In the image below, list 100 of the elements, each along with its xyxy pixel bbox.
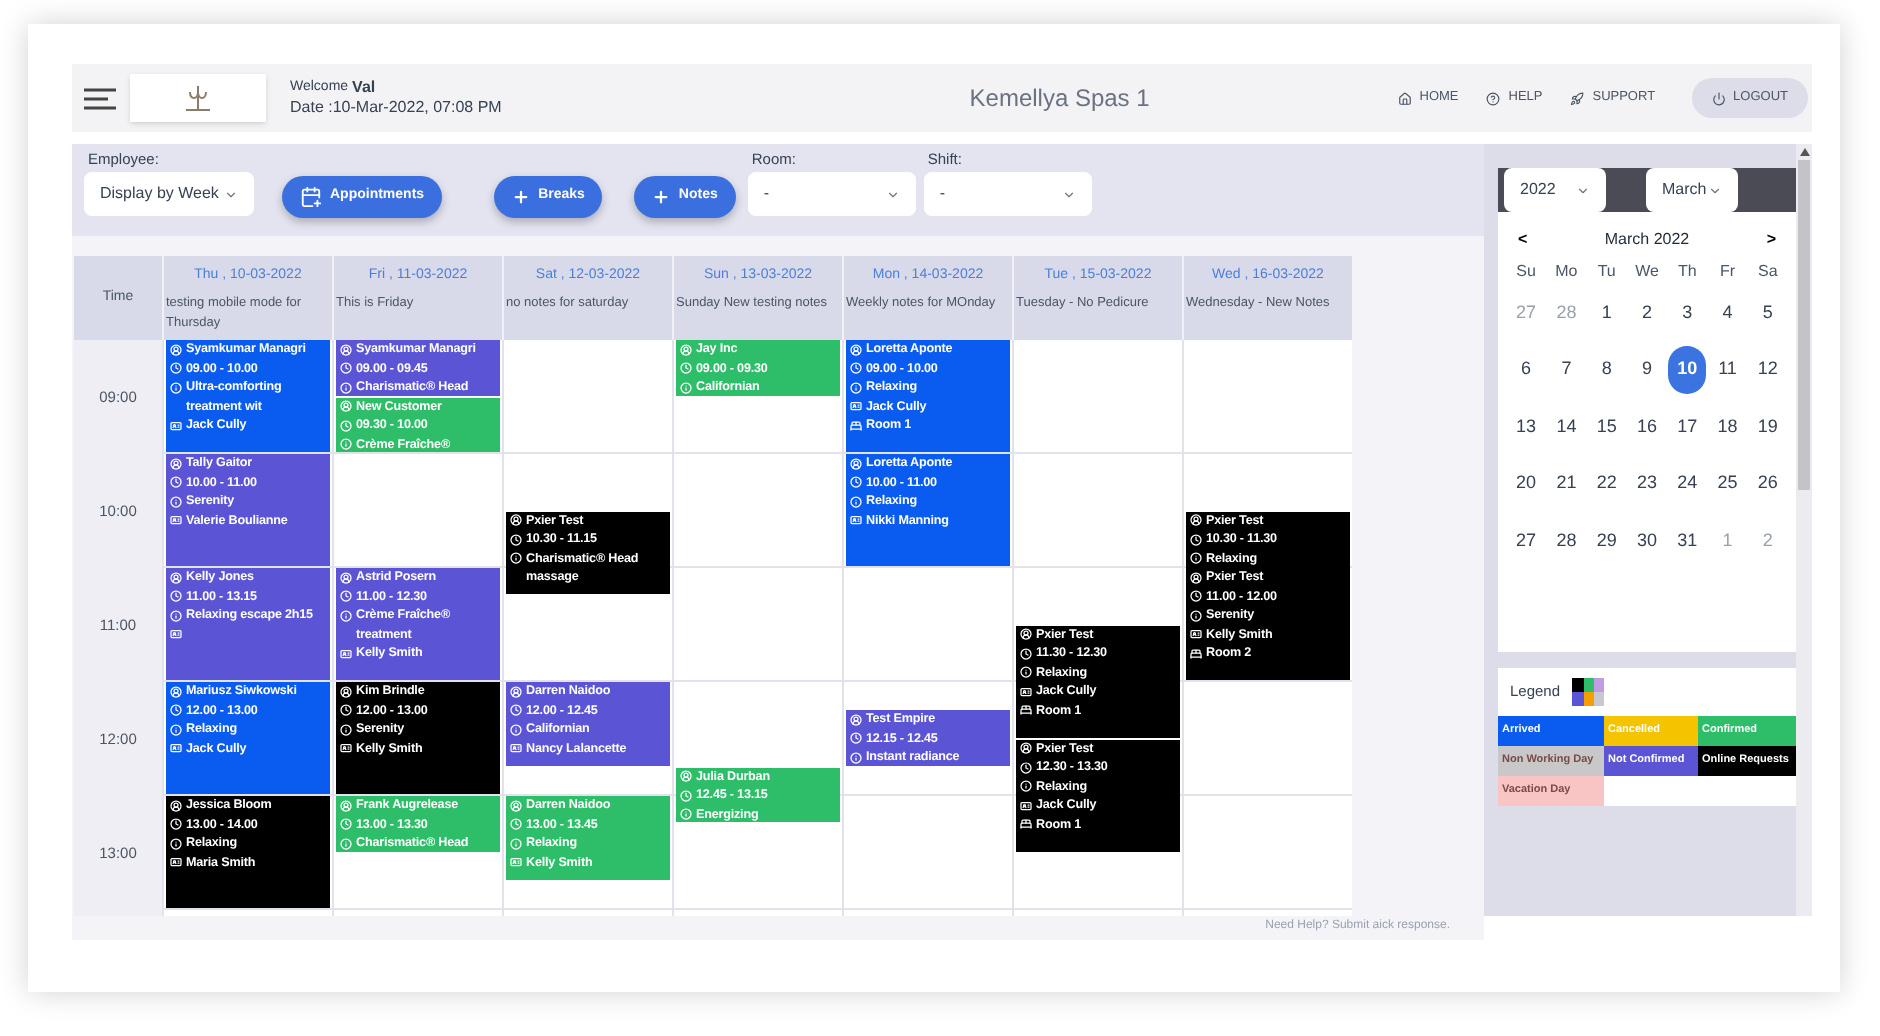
calendar-day[interactable]: 13 xyxy=(1507,402,1546,451)
calendar-day[interactable]: 8 xyxy=(1587,345,1626,394)
info-icon xyxy=(170,381,182,393)
logo xyxy=(130,74,266,122)
calendar-day[interactable]: 10 xyxy=(1668,345,1707,394)
next-month-button[interactable]: > xyxy=(1766,228,1776,252)
person-icon xyxy=(510,685,522,697)
person-icon xyxy=(170,799,182,811)
person-icon xyxy=(1020,742,1032,754)
clock-icon xyxy=(850,476,862,488)
person-icon xyxy=(510,514,522,526)
year-select[interactable]: 2022 xyxy=(1504,168,1606,212)
calendar-day[interactable]: 12 xyxy=(1748,345,1787,394)
plus-icon xyxy=(512,188,531,206)
month-select[interactable]: March xyxy=(1646,168,1738,212)
info-icon xyxy=(170,609,182,621)
calendar-day[interactable]: 24 xyxy=(1668,459,1707,508)
clock-icon xyxy=(510,704,522,716)
home-icon xyxy=(1397,91,1412,105)
calendar-day[interactable]: 14 xyxy=(1547,402,1586,451)
clock-icon xyxy=(340,590,352,602)
person-icon xyxy=(850,457,862,469)
calendar-day[interactable]: 20 xyxy=(1507,459,1546,508)
person-icon xyxy=(340,799,352,811)
id-card-icon xyxy=(1020,799,1032,811)
calendar-day[interactable]: 29 xyxy=(1587,516,1626,565)
info-icon xyxy=(1190,609,1202,621)
id-card-icon xyxy=(850,514,862,526)
plus-icon xyxy=(652,188,671,206)
clock-icon xyxy=(1190,590,1202,602)
clock-icon xyxy=(680,362,692,374)
calendar-day[interactable]: 17 xyxy=(1668,402,1707,451)
month-title: March 2022 xyxy=(1604,228,1690,252)
scrollbar[interactable] xyxy=(1796,144,1812,916)
calendar-day[interactable]: 27 xyxy=(1507,516,1546,565)
info-icon xyxy=(850,751,862,764)
menu-icon[interactable] xyxy=(84,87,116,109)
chevron-down-icon xyxy=(1061,187,1076,201)
weekday-label: Th xyxy=(1677,260,1697,284)
weekday-label: Tu xyxy=(1597,260,1616,284)
calendar-day[interactable]: 9 xyxy=(1627,345,1666,394)
calendar-day[interactable]: 2 xyxy=(1627,288,1666,337)
calendar-day[interactable]: 23 xyxy=(1627,459,1666,508)
person-icon xyxy=(680,343,692,355)
calendar-day[interactable]: 31 xyxy=(1668,516,1707,565)
color-grid-icon xyxy=(1572,678,1605,706)
calendar-day[interactable]: 21 xyxy=(1547,459,1586,508)
id-card-icon xyxy=(510,856,522,868)
info-icon xyxy=(850,381,862,393)
calendar-day[interactable]: 25 xyxy=(1708,459,1747,508)
calendar-day[interactable]: 19 xyxy=(1748,402,1787,451)
user-name: Val xyxy=(352,78,376,98)
calendar-day[interactable]: 3 xyxy=(1668,288,1707,337)
person-icon xyxy=(170,571,182,583)
chevron-down-icon xyxy=(1708,183,1722,197)
person-icon xyxy=(680,770,692,783)
help-icon xyxy=(1486,91,1501,105)
calendar-day[interactable]: 4 xyxy=(1708,288,1747,337)
bed-icon xyxy=(1020,818,1032,830)
bed-icon xyxy=(1190,647,1202,659)
calendar-day[interactable]: 7 xyxy=(1547,345,1586,394)
id-card-icon xyxy=(170,514,182,526)
person-icon xyxy=(340,400,352,412)
id-card-icon xyxy=(1020,685,1032,697)
calendar-day[interactable]: 5 xyxy=(1748,288,1787,337)
id-card-icon xyxy=(170,419,182,431)
id-card-icon xyxy=(340,742,352,754)
person-icon xyxy=(340,571,352,583)
calendar-day[interactable]: 30 xyxy=(1627,516,1666,565)
prev-month-button[interactable]: < xyxy=(1518,228,1528,252)
person-icon xyxy=(1190,571,1202,583)
calendar-day[interactable]: 28 xyxy=(1547,516,1586,565)
calendar-day[interactable]: 26 xyxy=(1748,459,1787,508)
weekday-label: Fr xyxy=(1719,260,1736,284)
weekday-label: Mo xyxy=(1555,260,1578,284)
calendar-day[interactable]: 22 xyxy=(1587,459,1626,508)
room-select[interactable]: - xyxy=(747,172,916,216)
id-card-icon xyxy=(340,647,352,659)
calendar-day[interactable]: 6 xyxy=(1507,345,1546,394)
chevron-down-icon xyxy=(224,187,238,201)
date-text: Date :10-Mar-2022, 07:08 PM xyxy=(290,98,502,118)
info-icon xyxy=(1020,666,1032,678)
id-card-icon xyxy=(510,742,522,754)
clock-icon xyxy=(1190,533,1202,545)
info-icon xyxy=(340,438,352,450)
calendar-day[interactable]: 18 xyxy=(1708,402,1747,451)
calendar-plus-icon xyxy=(300,186,322,208)
calendar-day[interactable]: 16 xyxy=(1627,402,1666,451)
calendar-day[interactable]: 11 xyxy=(1708,345,1747,394)
shift-select[interactable]: - xyxy=(923,172,1092,216)
calendar-day[interactable]: 15 xyxy=(1587,402,1626,451)
info-icon xyxy=(1190,552,1202,564)
info-icon xyxy=(510,723,522,735)
scroll-up-icon[interactable] xyxy=(1799,148,1809,156)
info-icon xyxy=(340,837,352,849)
calendar-day[interactable]: 1 xyxy=(1587,288,1626,337)
employee-select[interactable]: Display by Week xyxy=(84,172,254,216)
person-icon xyxy=(510,799,522,811)
clock-icon xyxy=(340,419,352,431)
info-icon xyxy=(170,495,182,507)
